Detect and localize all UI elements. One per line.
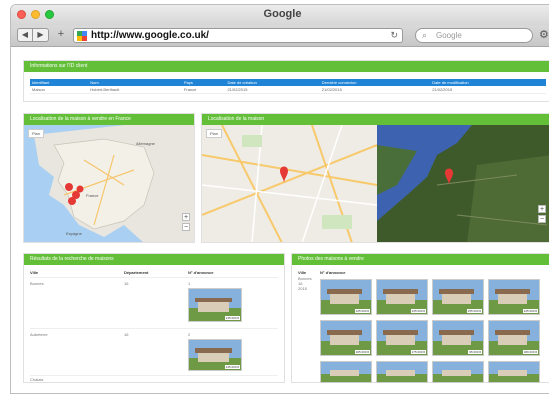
map-type-button[interactable]: Plan <box>28 129 45 138</box>
photos-panel: Photos des maisons à vendre Ville N° d'a… <box>291 253 549 383</box>
zoom-out-icon[interactable]: − <box>538 215 546 223</box>
house-photo[interactable]: 175 000 € <box>376 320 428 356</box>
satellite-map-graphic <box>377 125 549 242</box>
url-text: http://www.google.co.uk/ <box>91 30 209 41</box>
client-info-panel: Informations sur l'ID client Identifiant… <box>23 60 549 102</box>
house-photo[interactable]: 125 000 € <box>320 279 372 315</box>
search-placeholder: Google <box>436 31 462 40</box>
road-map[interactable]: Plan <box>202 125 377 242</box>
column-header: Dernière connexion <box>319 79 431 86</box>
price-tag: 125 000 € <box>354 309 370 313</box>
year-cell: 2015 <box>298 286 307 291</box>
map-label-germany: Allemagne <box>136 141 155 146</box>
google-favicon-icon <box>77 31 87 41</box>
table-cell: France <box>181 86 226 94</box>
house-photo[interactable]: 165 000 € <box>320 320 372 356</box>
zoom-out-icon[interactable]: − <box>182 223 190 231</box>
forward-button[interactable]: ▶ <box>33 28 49 42</box>
table-cell: 21/02/2015 <box>319 86 431 94</box>
city-cell: Aubeterre <box>30 332 48 337</box>
price-tag: 135 000 € <box>410 309 426 313</box>
house-photo[interactable]: 155 000 € <box>432 279 484 315</box>
table-header-row: Identifiant Nom Pays Date de création De… <box>30 79 546 86</box>
browser-toolbar: ◀ ▶ + http://www.google.co.uk/ ↻ ⌕ Googl… <box>11 25 549 47</box>
house-photo[interactable] <box>320 361 372 383</box>
map-label-france: France <box>86 193 99 198</box>
column-header: N° d'annonce <box>188 270 214 275</box>
france-map-panel: Localisation de la maison à vendre en Fr… <box>23 113 195 243</box>
column-header: Nom <box>88 79 182 86</box>
house-photo[interactable]: 189 000 € <box>488 320 540 356</box>
column-header: Date de modification <box>430 79 546 86</box>
address-bar[interactable]: http://www.google.co.uk/ ↻ <box>73 28 403 43</box>
column-header: Ville <box>30 270 39 275</box>
map-label-spain: Espagne <box>66 231 82 236</box>
ref-cell: 2 <box>188 332 191 337</box>
dept-cell: 16 <box>124 281 129 286</box>
table-row[interactable]: Maison Hubert.Berthault France 21/02/201… <box>30 86 546 94</box>
gear-icon[interactable]: ⚙ <box>539 28 549 41</box>
divider <box>30 375 278 376</box>
road-map-graphic <box>202 125 377 242</box>
column-header: Département <box>124 270 149 275</box>
panel-header: Localisation de la maison à vendre en Fr… <box>24 114 194 125</box>
ref-cell: 1 <box>188 281 191 286</box>
search-icon: ⌕ <box>422 30 428 40</box>
city-cell: Chalais <box>30 377 44 382</box>
add-bookmark-button[interactable]: + <box>55 28 67 42</box>
price-tag: 145 000 € <box>224 365 240 369</box>
column-header: Ville <box>298 270 307 275</box>
zoom-in-icon[interactable]: + <box>538 205 546 213</box>
search-field[interactable]: ⌕ Google <box>415 28 533 43</box>
nav-buttons: ◀ ▶ <box>17 28 49 42</box>
dept-cell: 16 <box>124 332 129 337</box>
table-cell: 21/02/2015 <box>225 86 320 94</box>
table-cell: Hubert.Berthault <box>88 86 182 94</box>
france-map[interactable]: Plan Allemagne France Espagne + − <box>24 125 194 242</box>
house-photo[interactable] <box>432 361 484 383</box>
table-cell: 21/02/2015 <box>430 86 546 94</box>
column-header: Identifiant <box>30 79 89 86</box>
france-map-graphic <box>24 125 194 242</box>
price-tag: 175 000 € <box>410 350 426 354</box>
price-tag: 165 000 € <box>354 350 370 354</box>
back-button[interactable]: ◀ <box>17 28 33 42</box>
house-photo[interactable] <box>376 361 428 383</box>
column-header: N° d'annonce <box>320 270 346 275</box>
panel-header: Photos des maisons à vendre <box>292 254 549 265</box>
reload-icon[interactable]: ↻ <box>390 30 398 41</box>
house-photo[interactable]: 145 000 € <box>488 279 540 315</box>
price-tag: 135 000 € <box>224 316 240 320</box>
house-location-panel: Localisation de la maison Plan + − <box>201 113 549 243</box>
client-info-table: Identifiant Nom Pays Date de création De… <box>30 79 546 94</box>
table-cell: Maison <box>30 86 89 94</box>
title-bar: Google <box>11 5 549 25</box>
price-tag: 145 000 € <box>522 309 538 313</box>
listings-panel: Résultats de la recherche de maisons Vil… <box>23 253 285 383</box>
house-photo[interactable]: 135 000 € <box>376 279 428 315</box>
panel-header: Résultats de la recherche de maisons <box>24 254 284 265</box>
panel-header: Informations sur l'ID client <box>24 61 549 72</box>
window-title: Google <box>263 8 302 20</box>
browser-window: Google ◀ ▶ + http://www.google.co.uk/ ↻ … <box>10 4 549 394</box>
zoom-in-icon[interactable]: + <box>182 213 190 221</box>
city-cell: Bonnes <box>30 281 44 286</box>
satellite-map[interactable]: + − <box>377 125 549 242</box>
map-type-button[interactable]: Plan <box>206 129 223 138</box>
divider <box>30 277 278 278</box>
house-photo[interactable] <box>488 361 540 383</box>
price-tag: 95 000 € <box>468 350 482 354</box>
column-header: Date de création <box>225 79 320 86</box>
price-tag: 189 000 € <box>522 350 538 354</box>
page-content: Informations sur l'ID client Identifiant… <box>11 48 549 393</box>
panel-header: Localisation de la maison <box>202 114 549 125</box>
divider <box>30 328 278 329</box>
house-thumbnail[interactable]: 135 000 € <box>188 288 242 322</box>
price-tag: 155 000 € <box>466 309 482 313</box>
column-header: Pays <box>181 79 226 86</box>
house-photo[interactable]: 95 000 € <box>432 320 484 356</box>
house-thumbnail[interactable]: 145 000 € <box>188 339 242 371</box>
